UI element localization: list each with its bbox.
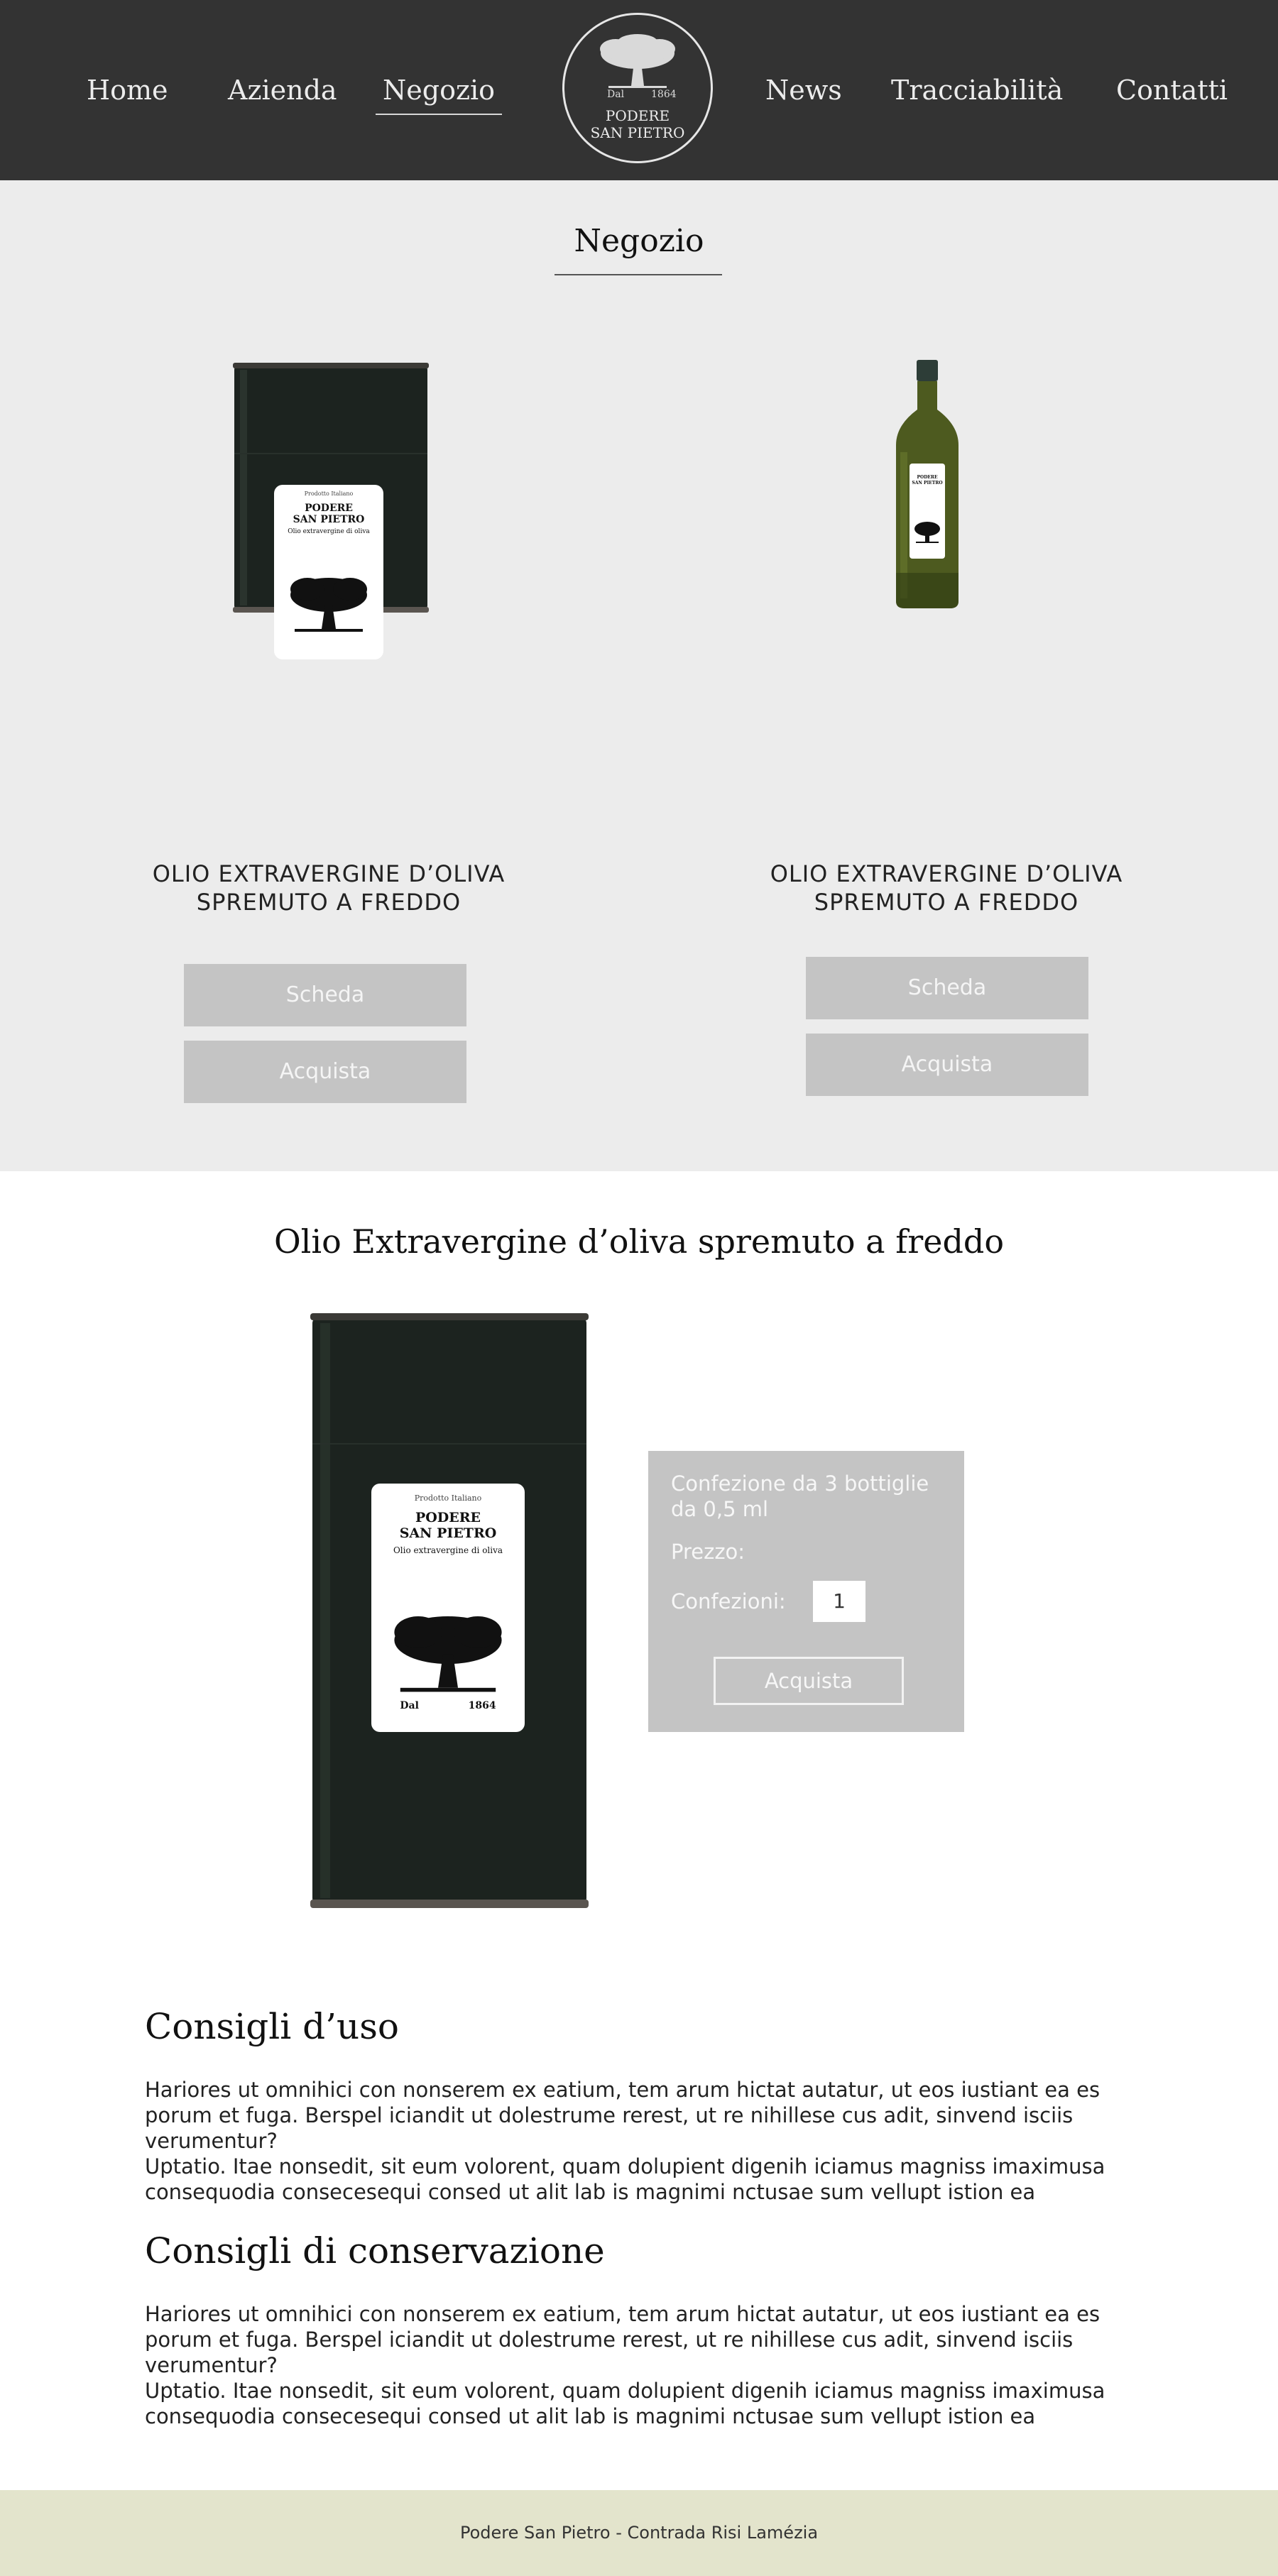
- order-box: Confezione da 3 bottiglie da 0,5 ml Prez…: [648, 1451, 964, 1732]
- scheda-button-1[interactable]: Scheda: [184, 964, 466, 1026]
- section-uso-line: Uptatio. Itae nonsedit, sit eum volorent…: [145, 2154, 1105, 2178]
- product-name-2: OLIO EXTRAVERGINE D’OLIVA SPREMUTO A FRE…: [698, 860, 1195, 916]
- logo-name: PODERE SAN PIETRO: [564, 107, 711, 141]
- bottle-label: PODERE SAN PIETRO: [910, 464, 945, 559]
- detail-title: Olio Extravergine d’oliva spremuto a fre…: [273, 1222, 1005, 1261]
- section-heading-conservazione: Consigli di conservazione: [145, 2230, 605, 2271]
- shop-title-underline: [555, 274, 722, 275]
- package-line2: da 0,5 ml: [671, 1497, 769, 1521]
- product-name-1-line1: OLIO EXTRAVERGINE D’OLIVA: [152, 860, 506, 887]
- scheda-button-2[interactable]: Scheda: [806, 957, 1088, 1019]
- bottle-label-brand-1: PODERE: [917, 475, 938, 480]
- detail-label-dal: Dal 1864: [371, 1700, 525, 1711]
- nav-home[interactable]: Home: [87, 71, 168, 109]
- price-label: Prezzo:: [671, 1540, 746, 1564]
- product-name-2-line2: SPREMUTO A FREDDO: [814, 889, 1079, 916]
- quantity-input[interactable]: 1: [813, 1581, 865, 1622]
- olive-tree-icon: [600, 34, 675, 88]
- acquista-button-1[interactable]: Acquista: [184, 1041, 466, 1103]
- label-brand-1: PODERE: [305, 503, 353, 514]
- section-conservazione-line: verumentur?: [145, 2353, 278, 2377]
- acquista-button-2[interactable]: Acquista: [806, 1034, 1088, 1096]
- bottle-label-tree-icon: [914, 522, 940, 543]
- shop-section: Negozio Prodotto Italiano PODERE SAN PIE…: [0, 180, 1278, 1171]
- detail-label-year: 1864: [468, 1700, 496, 1711]
- nav-azienda[interactable]: Azienda: [228, 71, 337, 109]
- buy-button[interactable]: Acquista: [714, 1657, 904, 1705]
- detail-product-label: Prodotto Italiano PODERE SAN PIETRO Olio…: [371, 1484, 525, 1732]
- product-label: Prodotto Italiano PODERE SAN PIETRO Olio…: [274, 485, 383, 659]
- detail-label-origin: Prodotto Italiano: [414, 1493, 482, 1503]
- label-origin: Prodotto Italiano: [304, 490, 354, 497]
- site-header: Home Azienda Negozio Dal 1864 PODERE SAN…: [0, 0, 1278, 180]
- logo-name-line1: PODERE: [605, 107, 670, 124]
- section-conservazione-line: consequodia consecesequi consed ut alit …: [145, 2404, 1036, 2428]
- product-name-1: OLIO EXTRAVERGINE D’OLIVA SPREMUTO A FRE…: [80, 860, 577, 916]
- section-conservazione-line: Hariores ut omnihici con nonserem ex eat…: [145, 2302, 1100, 2326]
- logo-name-line2: SAN PIETRO: [590, 124, 685, 141]
- section-heading-uso: Consigli d’uso: [145, 2006, 399, 2047]
- product-name-1-line2: SPREMUTO A FREDDO: [196, 889, 462, 916]
- site-footer: Podere San Pietro - Contrada Risi Lamézi…: [0, 2490, 1278, 2576]
- detail-product-image: Prodotto Italiano PODERE SAN PIETRO Olio…: [310, 1313, 589, 1908]
- footer-address: Podere San Pietro - Contrada Risi Lamézi…: [459, 2523, 819, 2543]
- detail-label-tree-icon: [394, 1616, 502, 1692]
- detail-label-product: Olio extravergine di oliva: [393, 1545, 503, 1555]
- label-brand-2: SAN PIETRO: [293, 514, 365, 525]
- qty-label: Confezioni:: [671, 1589, 786, 1613]
- section-text-conservazione: Hariores ut omnihici con nonserem ex eat…: [145, 2301, 1139, 2429]
- product-image-tin[interactable]: Prodotto Italiano PODERE SAN PIETRO Olio…: [233, 363, 429, 659]
- section-uso-line: Hariores ut omnihici con nonserem ex eat…: [145, 2078, 1100, 2102]
- section-uso-line: consequodia consecesequi consed ut alit …: [145, 2180, 1036, 2204]
- section-conservazione-line: porum et fuga. Berspel iciandit ut doles…: [145, 2328, 1074, 2352]
- section-uso-line: verumentur?: [145, 2129, 278, 2153]
- detail-label-dal-text: Dal: [400, 1700, 419, 1711]
- detail-label-brand-2: SAN PIETRO: [399, 1525, 497, 1541]
- product-name-2-line1: OLIO EXTRAVERGINE D’OLIVA: [770, 860, 1123, 887]
- label-tree-icon: [290, 578, 367, 632]
- bottle-label-brand-2: SAN PIETRO: [912, 481, 943, 486]
- section-text-uso: Hariores ut omnihici con nonserem ex eat…: [145, 2077, 1139, 2205]
- nav-contatti[interactable]: Contatti: [1116, 71, 1228, 109]
- shop-title: Negozio: [574, 223, 704, 259]
- nav-tracciabilita[interactable]: Tracciabilità: [891, 71, 1063, 109]
- package-description: Confezione da 3 bottiglie da 0,5 ml: [671, 1471, 929, 1522]
- site-logo[interactable]: Dal 1864 PODERE SAN PIETRO: [562, 13, 713, 163]
- detail-label-brand-1: PODERE: [415, 1510, 481, 1525]
- logo-year: 1864: [651, 89, 677, 100]
- logo-dal: Dal: [607, 89, 625, 100]
- nav-negozio[interactable]: Negozio: [376, 71, 502, 115]
- section-uso-line: porum et fuga. Berspel iciandit ut doles…: [145, 2103, 1074, 2127]
- product-image-bottle[interactable]: PODERE SAN PIETRO: [893, 360, 961, 610]
- package-line1: Confezione da 3 bottiglie: [671, 1471, 929, 1496]
- nav-news[interactable]: News: [765, 71, 842, 109]
- label-product: Olio extravergine di oliva: [288, 528, 370, 535]
- section-conservazione-line: Uptatio. Itae nonsedit, sit eum volorent…: [145, 2379, 1105, 2403]
